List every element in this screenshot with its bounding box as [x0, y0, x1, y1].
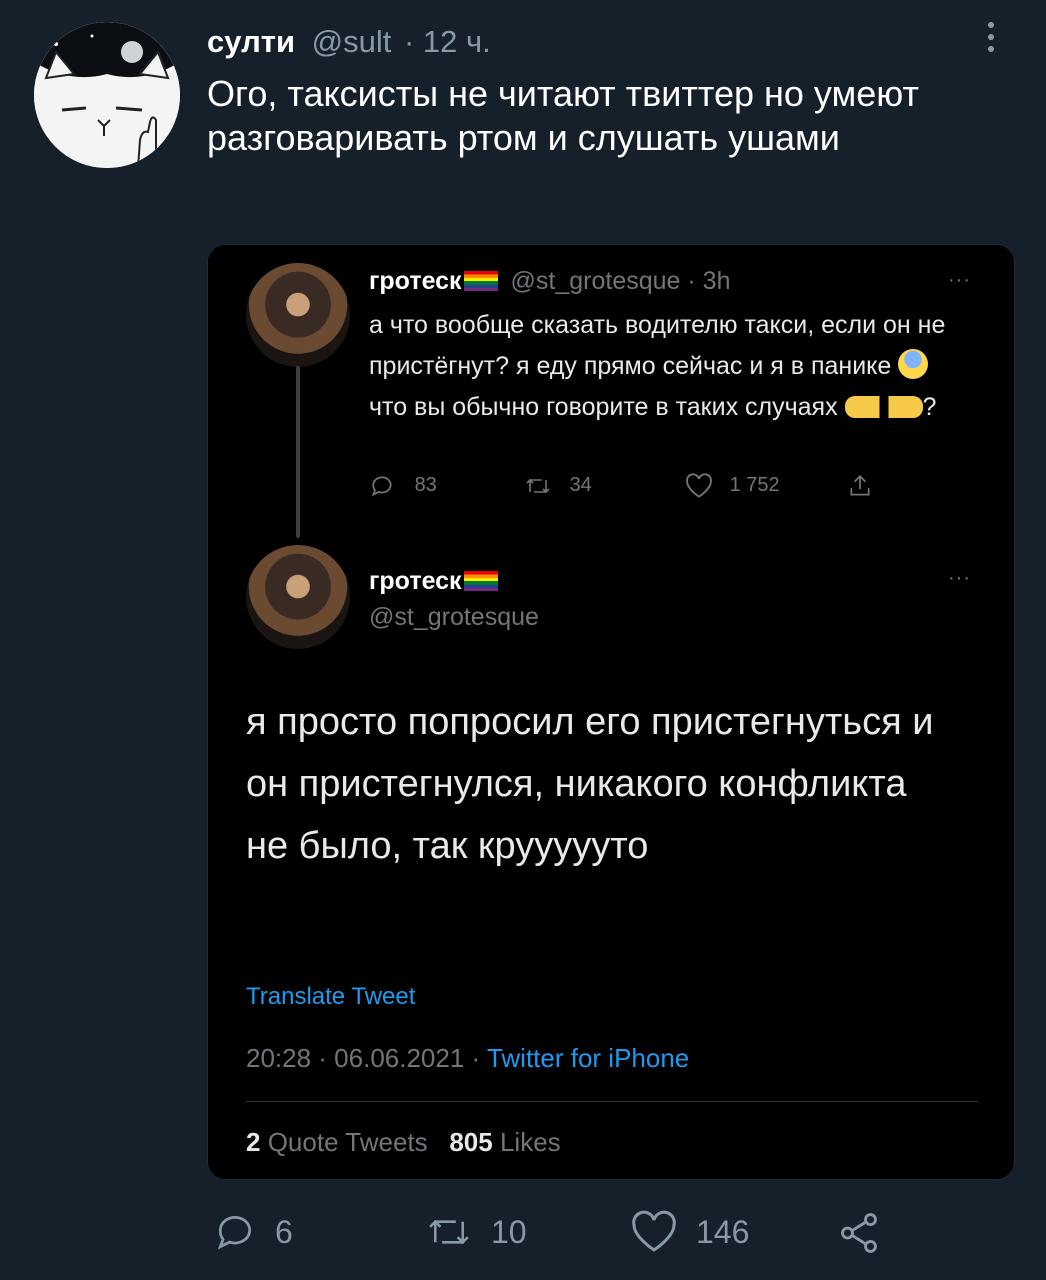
reply-text: а что вообще сказать водителю такси, есл…: [369, 305, 969, 428]
reply-text-part3: ?: [922, 393, 937, 421]
main-author-name: гротеск: [369, 567, 462, 595]
retweet-button[interactable]: 10: [425, 1210, 527, 1254]
share-icon: [850, 475, 870, 496]
tweet-text: Ого, таксисты не читают твиттер но умеют…: [207, 73, 919, 158]
retweet-icon: [429, 1219, 469, 1245]
reply-more-icon: ···: [948, 269, 971, 291]
like-button[interactable]: 146: [630, 1210, 749, 1254]
heart-icon: [632, 1210, 676, 1252]
reply-icon: [217, 1216, 252, 1250]
reply-avatar: [246, 263, 350, 367]
reply-author-name: гротеск: [369, 267, 462, 295]
cat-avatar-image: [34, 22, 180, 168]
like-count: 805: [449, 1127, 493, 1157]
reply-actions: 83 34 1 752: [369, 473, 929, 503]
reply-text-part1: а что вообще сказать водителю такси, есл…: [369, 311, 946, 380]
like-label: Likes: [499, 1127, 561, 1157]
main-more-icon: ···: [948, 567, 971, 589]
reply-button[interactable]: 6: [213, 1210, 293, 1254]
reply-like-count: 1 752: [729, 474, 780, 497]
author-avatar[interactable]: [34, 22, 180, 168]
author-handle[interactable]: @sult: [312, 24, 392, 59]
author-name[interactable]: султи: [207, 24, 295, 59]
tweet-datetime: 20:28 · 06.06.2021 ·: [246, 1043, 481, 1073]
reply-retweet-count: 34: [569, 474, 592, 497]
tweet-time[interactable]: · 12 ч.: [404, 24, 491, 59]
quoted-screenshot[interactable]: гротеск @st_grotesque · 3h ··· а что воо…: [207, 244, 1015, 1180]
reply-retweet-button: 34: [524, 473, 592, 499]
reply-header: гротеск @st_grotesque · 3h: [369, 267, 730, 296]
share-icon: [841, 1213, 877, 1253]
thread-line: [296, 366, 300, 538]
tweet-header: султи @sult · 12 ч.: [207, 22, 491, 62]
reply-reply-button: 83: [369, 473, 437, 499]
translate-link: Translate Tweet: [246, 983, 416, 1010]
reply-reply-count: 83: [414, 474, 437, 497]
share-button[interactable]: [836, 1210, 882, 1256]
main-author: гротеск: [369, 567, 498, 596]
reply-text-part2: что вы обычно говорите в таких случаях: [369, 393, 838, 421]
quote-label: Quote Tweets: [267, 1127, 428, 1157]
more-options-icon[interactable]: [985, 22, 997, 58]
main-author-handle: @st_grotesque: [369, 603, 539, 631]
engagement-stats: 2 Quote Tweets 805 Likes: [246, 1127, 561, 1158]
tweet-source: Twitter for iPhone: [486, 1043, 690, 1073]
quote-count: 2: [246, 1127, 261, 1157]
main-avatar: [246, 545, 350, 649]
reply-icon: [371, 476, 392, 497]
reply-count: 6: [275, 1213, 293, 1250]
reply-like-button: 1 752: [684, 473, 780, 499]
reply-share-button: [847, 473, 873, 499]
timestamp: 20:28 · 06.06.2021 · Twitter for iPhone: [246, 1043, 689, 1074]
heart-icon: [686, 473, 712, 498]
rainbow-flag-icon: [463, 271, 498, 291]
rainbow-flag-icon: [463, 571, 498, 591]
tweet-actions: 6 10 146: [0, 1210, 1046, 1266]
reply-handle-time: @st_grotesque · 3h: [510, 267, 731, 295]
retweet-icon: [526, 478, 550, 494]
divider: [246, 1101, 978, 1102]
anxious-face-emoji-icon: [898, 349, 929, 379]
retweet-count: 10: [491, 1213, 527, 1250]
pointing-hands-emoji-icon: [844, 396, 923, 418]
main-text: я просто попросил его пристегнуться и он…: [246, 701, 934, 867]
like-count: 146: [696, 1213, 750, 1250]
